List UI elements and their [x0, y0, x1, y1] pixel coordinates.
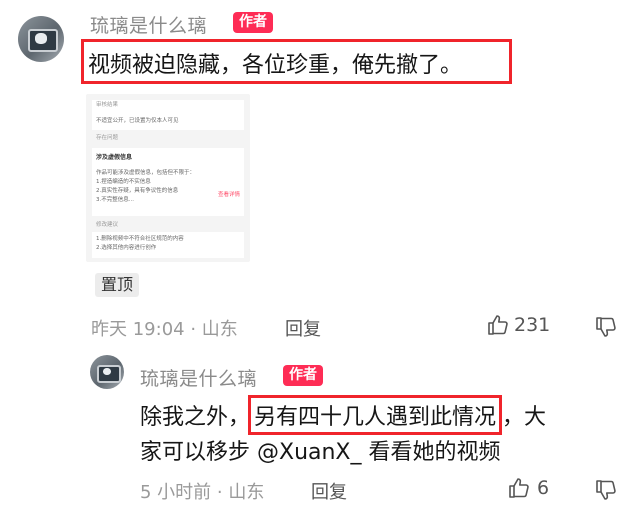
reply-text-line1: 除我之外， 另有四十几人遇到此情况 ，大 [140, 395, 547, 435]
issue-desc: 作品可能涉及虚假信息，包括但不限于： [96, 170, 196, 176]
thumbs-down-icon[interactable] [594, 478, 618, 502]
review-result-title: 审核结果 [96, 102, 119, 108]
reply-text-before: 除我之外， [140, 405, 251, 430]
comment-username[interactable]: 琉璃是什么璃 [90, 11, 207, 38]
issue-item: 2.真实性存疑，具有争议性的信息 [96, 188, 179, 194]
suggestion-card: 1.删除视频中不符合社区规范的内容 2.选择其他内容进行创作 [92, 232, 244, 258]
pinned-badge: 置顶 [95, 273, 140, 297]
suggestion-item: 2.选择其他内容进行创作 [96, 245, 157, 251]
issue-item: 1.捏造编造的不实信息 [96, 179, 151, 185]
reply-button[interactable]: 回复 [285, 315, 321, 341]
avatar-face [35, 33, 47, 44]
issue-title: 涉及虚假信息 [96, 154, 133, 161]
like-count: 6 [537, 477, 550, 499]
attached-screenshot[interactable]: 审核结果 不适宜公开，已设置为仅本人可见 存在问题 涉及虚假信息 作品可能涉及虚… [86, 94, 250, 262]
review-result-text: 不适宜公开，已设置为仅本人可见 [96, 118, 179, 124]
comment-time-location: 昨天 19:04 · 山东 [91, 319, 238, 340]
reply-highlight: 另有四十几人遇到此情况 [248, 395, 503, 435]
thumbs-up-icon[interactable] [507, 476, 531, 500]
reply-avatar[interactable] [90, 355, 124, 389]
comment-text: 视频被迫隐藏，各位珍重，俺先撤了。 [88, 53, 463, 78]
issue-item: 3.不完整信息... [96, 197, 134, 203]
issue-card: 涉及虚假信息 作品可能涉及虚假信息，包括但不限于： 1.捏造编造的不实信息 2.… [92, 148, 244, 216]
issue-section-title: 存在问题 [96, 135, 119, 141]
reply-username[interactable]: 琉璃是什么璃 [140, 364, 257, 391]
reply-button[interactable]: 回复 [311, 478, 347, 504]
author-badge: 作者 [233, 12, 273, 33]
reply-time-location: 5 小时前 · 山东 [140, 482, 265, 503]
thumbs-down-icon[interactable] [594, 315, 618, 339]
reply-text-after: ，大 [502, 405, 547, 430]
suggestion-item: 1.删除视频中不符合社区规范的内容 [96, 236, 184, 242]
author-badge: 作者 [283, 365, 323, 386]
thumbs-up-icon[interactable] [486, 313, 510, 337]
suggestion-section-title: 修改建议 [96, 222, 119, 228]
avatar[interactable] [18, 16, 64, 62]
review-result-card: 审核结果 不适宜公开，已设置为仅本人可见 [92, 100, 244, 130]
reply-text-line2: 家可以移步 @XuanX_ 看看她的视频 [140, 440, 501, 465]
view-details-link[interactable]: 查看详情 [218, 190, 240, 198]
like-count: 231 [514, 314, 551, 336]
